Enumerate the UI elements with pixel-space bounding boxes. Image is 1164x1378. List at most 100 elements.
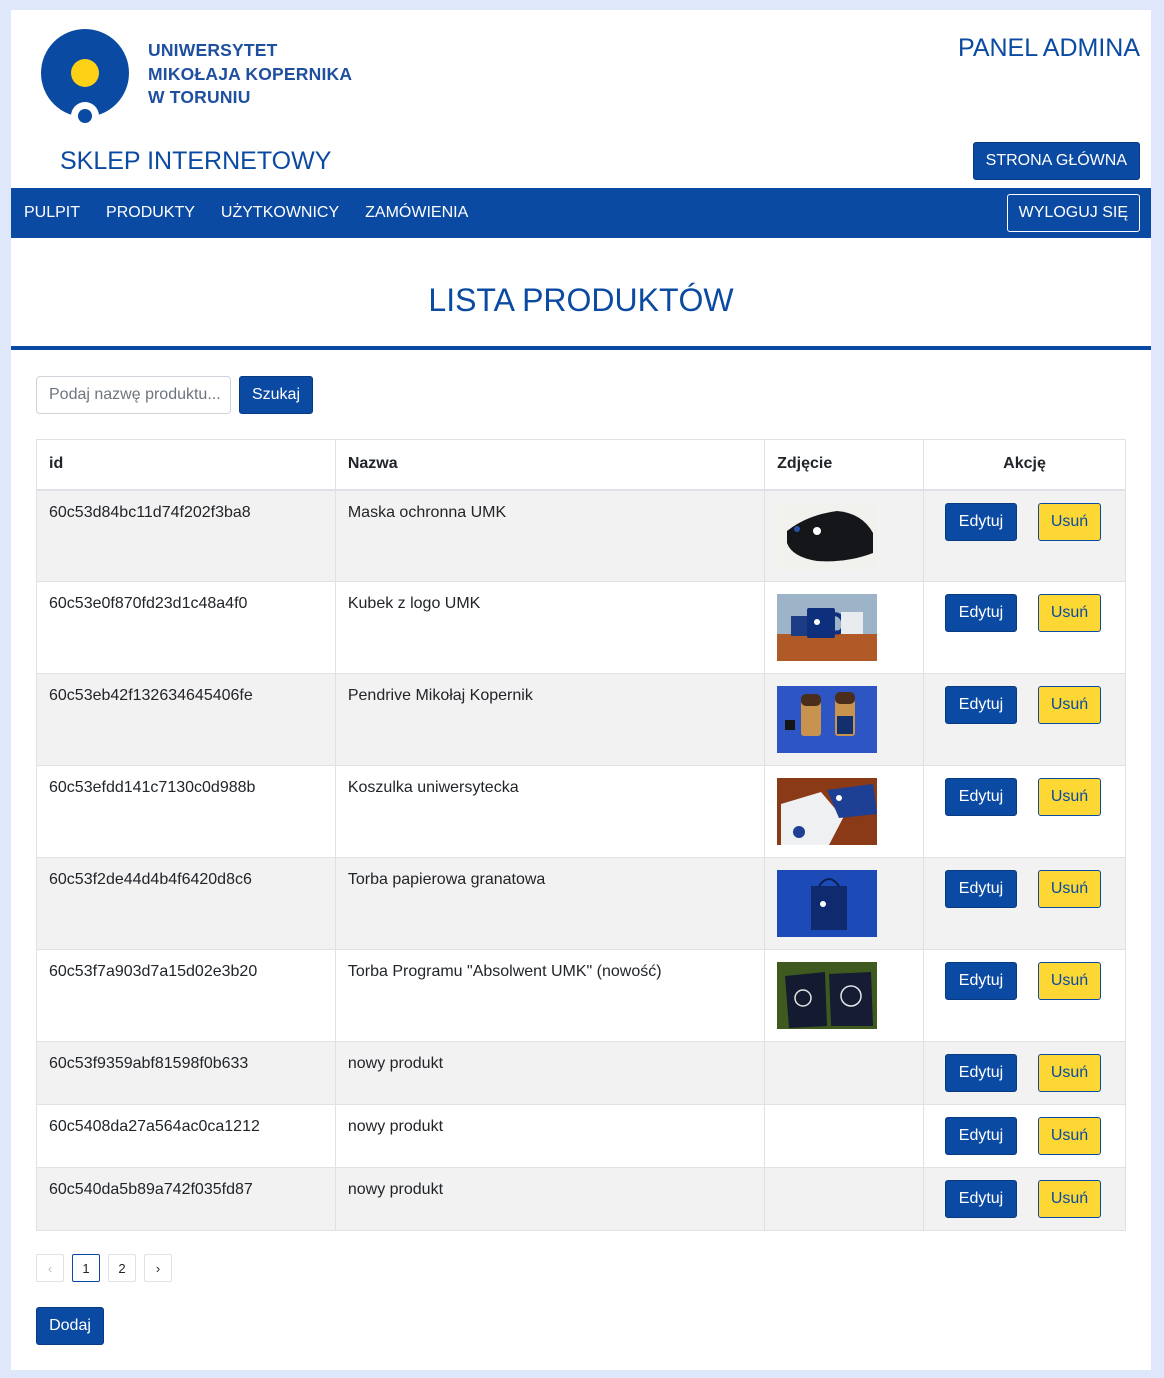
page: UNIWERSYTET MIKOŁAJA KOPERNIKA W TORUNIU…	[11, 10, 1151, 1370]
actions-cell: Edytuj Usuń	[923, 673, 1126, 766]
delete-button[interactable]: Usuń	[1038, 870, 1101, 908]
edit-button[interactable]: Edytuj	[945, 1180, 1017, 1218]
logout-button[interactable]: WYLOGUJ SIĘ	[1006, 194, 1140, 232]
edit-button[interactable]: Edytuj	[945, 778, 1017, 816]
product-id: 60c53f9359abf81598f0b633	[36, 1041, 336, 1105]
mask-photo	[777, 502, 878, 570]
table-row: 60c53d84bc11d74f202f3ba8 Maska ochronna …	[36, 489, 1126, 582]
university-name-line: MIKOŁAJA KOPERNIKA	[148, 63, 353, 84]
edit-button[interactable]: Edytuj	[945, 962, 1017, 1000]
product-image-cell	[764, 673, 924, 766]
product-id: 60c53eb42f132634645406fe	[36, 673, 336, 766]
delete-button[interactable]: Usuń	[1038, 686, 1101, 724]
table-row: 60c53f9359abf81598f0b633 nowy produkt Ed…	[36, 1041, 1126, 1105]
delete-button[interactable]: Usuń	[1038, 962, 1101, 1000]
edit-button[interactable]: Edytuj	[945, 594, 1017, 632]
search-button[interactable]: Szukaj	[239, 376, 313, 414]
product-name: Kubek z logo UMK	[334, 581, 766, 674]
product-id: 60c53e0f870fd23d1c48a4f0	[36, 581, 336, 674]
table-row: 60c540da5b89a742f035fd87 nowy produkt Ed…	[36, 1167, 1126, 1231]
pendrive-photo	[777, 686, 878, 753]
product-id: 60c540da5b89a742f035fd87	[36, 1167, 336, 1231]
nav-links: PULPIT PRODUKTY UŻYTKOWNICY ZAMÓWIENIA	[24, 204, 494, 222]
table-row: 60c53eb42f132634645406fe Pendrive Mikoła…	[36, 673, 1126, 766]
product-id: 60c53f2de44d4b4f6420d8c6	[36, 857, 336, 950]
table-row: 60c53f2de44d4b4f6420d8c6 Torba papierowa…	[36, 857, 1126, 950]
delete-button[interactable]: Usuń	[1038, 1117, 1101, 1155]
product-name: nowy produkt	[334, 1041, 766, 1105]
actions-cell: Edytuj Usuń	[923, 1104, 1126, 1168]
product-image-cell	[764, 765, 924, 858]
delete-button[interactable]: Usuń	[1038, 778, 1101, 816]
search-input[interactable]: Podaj nazwę produktu...	[36, 376, 231, 414]
edit-button[interactable]: Edytuj	[945, 686, 1017, 724]
product-id: 60c53efdd141c7130c0d988b	[36, 765, 336, 858]
column-header-actions: Akcję	[923, 439, 1126, 491]
actions-cell: Edytuj Usuń	[923, 949, 1126, 1042]
shop-title: SKLEP INTERNETOWY	[60, 147, 332, 175]
products-table: id Nazwa Zdjęcie Akcję 60c53d84bc11d74f2…	[36, 439, 1126, 1231]
actions-cell: Edytuj Usuń	[923, 857, 1126, 950]
delete-button[interactable]: Usuń	[1038, 1054, 1101, 1092]
column-header-id: id	[36, 439, 336, 491]
tshirt-photo	[777, 778, 878, 845]
university-name-line: W TORUNIU	[148, 87, 251, 107]
add-product-button[interactable]: Dodaj	[36, 1307, 104, 1345]
pagination: ‹ 1 2 ›	[36, 1254, 180, 1282]
delete-button[interactable]: Usuń	[1038, 1180, 1101, 1218]
table-row: 60c53e0f870fd23d1c48a4f0 Kubek z logo UM…	[36, 581, 1126, 674]
table-row: 60c53f7a903d7a15d02e3b20 Torba Programu …	[36, 949, 1126, 1042]
product-image-cell	[764, 857, 924, 950]
umk-logo	[41, 29, 129, 124]
table-row: 60c5408da27a564ac0ca1212 nowy produkt Ed…	[36, 1104, 1126, 1168]
page-title: LISTA PRODUKTÓW	[428, 282, 734, 318]
table-header-row: id Nazwa Zdjęcie Akcję	[36, 439, 1126, 491]
product-name: Torba Programu "Absolwent UMK" (nowość)	[334, 949, 766, 1042]
product-id: 60c5408da27a564ac0ca1212	[36, 1104, 336, 1168]
product-name: Maska ochronna UMK	[334, 489, 766, 582]
column-header-name: Nazwa	[334, 439, 766, 491]
pagination-next-button[interactable]: ›	[144, 1254, 172, 1282]
product-image-cell	[764, 1041, 924, 1105]
pagination-page-2[interactable]: 2	[108, 1254, 136, 1282]
product-name: Koszulka uniwersytecka	[334, 765, 766, 858]
nav-item-orders[interactable]: ZAMÓWIENIA	[365, 204, 468, 222]
product-image-cell	[764, 949, 924, 1042]
product-image-cell	[764, 489, 924, 582]
actions-cell: Edytuj Usuń	[923, 489, 1126, 582]
actions-cell: Edytuj Usuń	[923, 1167, 1126, 1231]
nav-item-pulpit[interactable]: PULPIT	[24, 204, 80, 222]
heading-divider	[11, 346, 1151, 350]
tote-bag-photo	[777, 962, 878, 1029]
product-image-cell	[764, 1104, 924, 1168]
university-name-line: UNIWERSYTET	[148, 40, 278, 60]
nav-item-products[interactable]: PRODUKTY	[106, 204, 195, 222]
home-button[interactable]: STRONA GŁÓWNA	[972, 142, 1140, 180]
product-id: 60c53d84bc11d74f202f3ba8	[36, 489, 336, 582]
nav-item-users[interactable]: UŻYTKOWNICY	[221, 204, 339, 222]
edit-button[interactable]: Edytuj	[945, 1117, 1017, 1155]
actions-cell: Edytuj Usuń	[923, 765, 1126, 858]
edit-button[interactable]: Edytuj	[945, 1054, 1017, 1092]
pagination-page-1[interactable]: 1	[72, 1254, 100, 1282]
edit-button[interactable]: Edytuj	[945, 502, 1017, 541]
delete-button[interactable]: Usuń	[1038, 594, 1101, 632]
edit-button[interactable]: Edytuj	[945, 870, 1017, 908]
table-row: 60c53efdd141c7130c0d988b Koszulka uniwer…	[36, 765, 1126, 858]
pagination-prev-button[interactable]: ‹	[36, 1254, 64, 1282]
product-name: Torba papierowa granatowa	[334, 857, 766, 950]
university-name: UNIWERSYTET MIKOŁAJA KOPERNIKA W TORUNIU	[148, 39, 352, 110]
mug-photo	[777, 594, 878, 661]
delete-button[interactable]: Usuń	[1038, 502, 1101, 541]
product-image-cell	[764, 1167, 924, 1231]
product-image-cell	[764, 581, 924, 674]
column-header-image: Zdjęcie	[764, 439, 924, 491]
product-name: nowy produkt	[334, 1167, 766, 1231]
actions-cell: Edytuj Usuń	[923, 581, 1126, 674]
product-id: 60c53f7a903d7a15d02e3b20	[36, 949, 336, 1042]
product-name: Pendrive Mikołaj Kopernik	[334, 673, 766, 766]
paper-bag-photo	[777, 870, 878, 937]
navbar: PULPIT PRODUKTY UŻYTKOWNICY ZAMÓWIENIA W…	[11, 188, 1151, 238]
product-name: nowy produkt	[334, 1104, 766, 1168]
actions-cell: Edytuj Usuń	[923, 1041, 1126, 1105]
